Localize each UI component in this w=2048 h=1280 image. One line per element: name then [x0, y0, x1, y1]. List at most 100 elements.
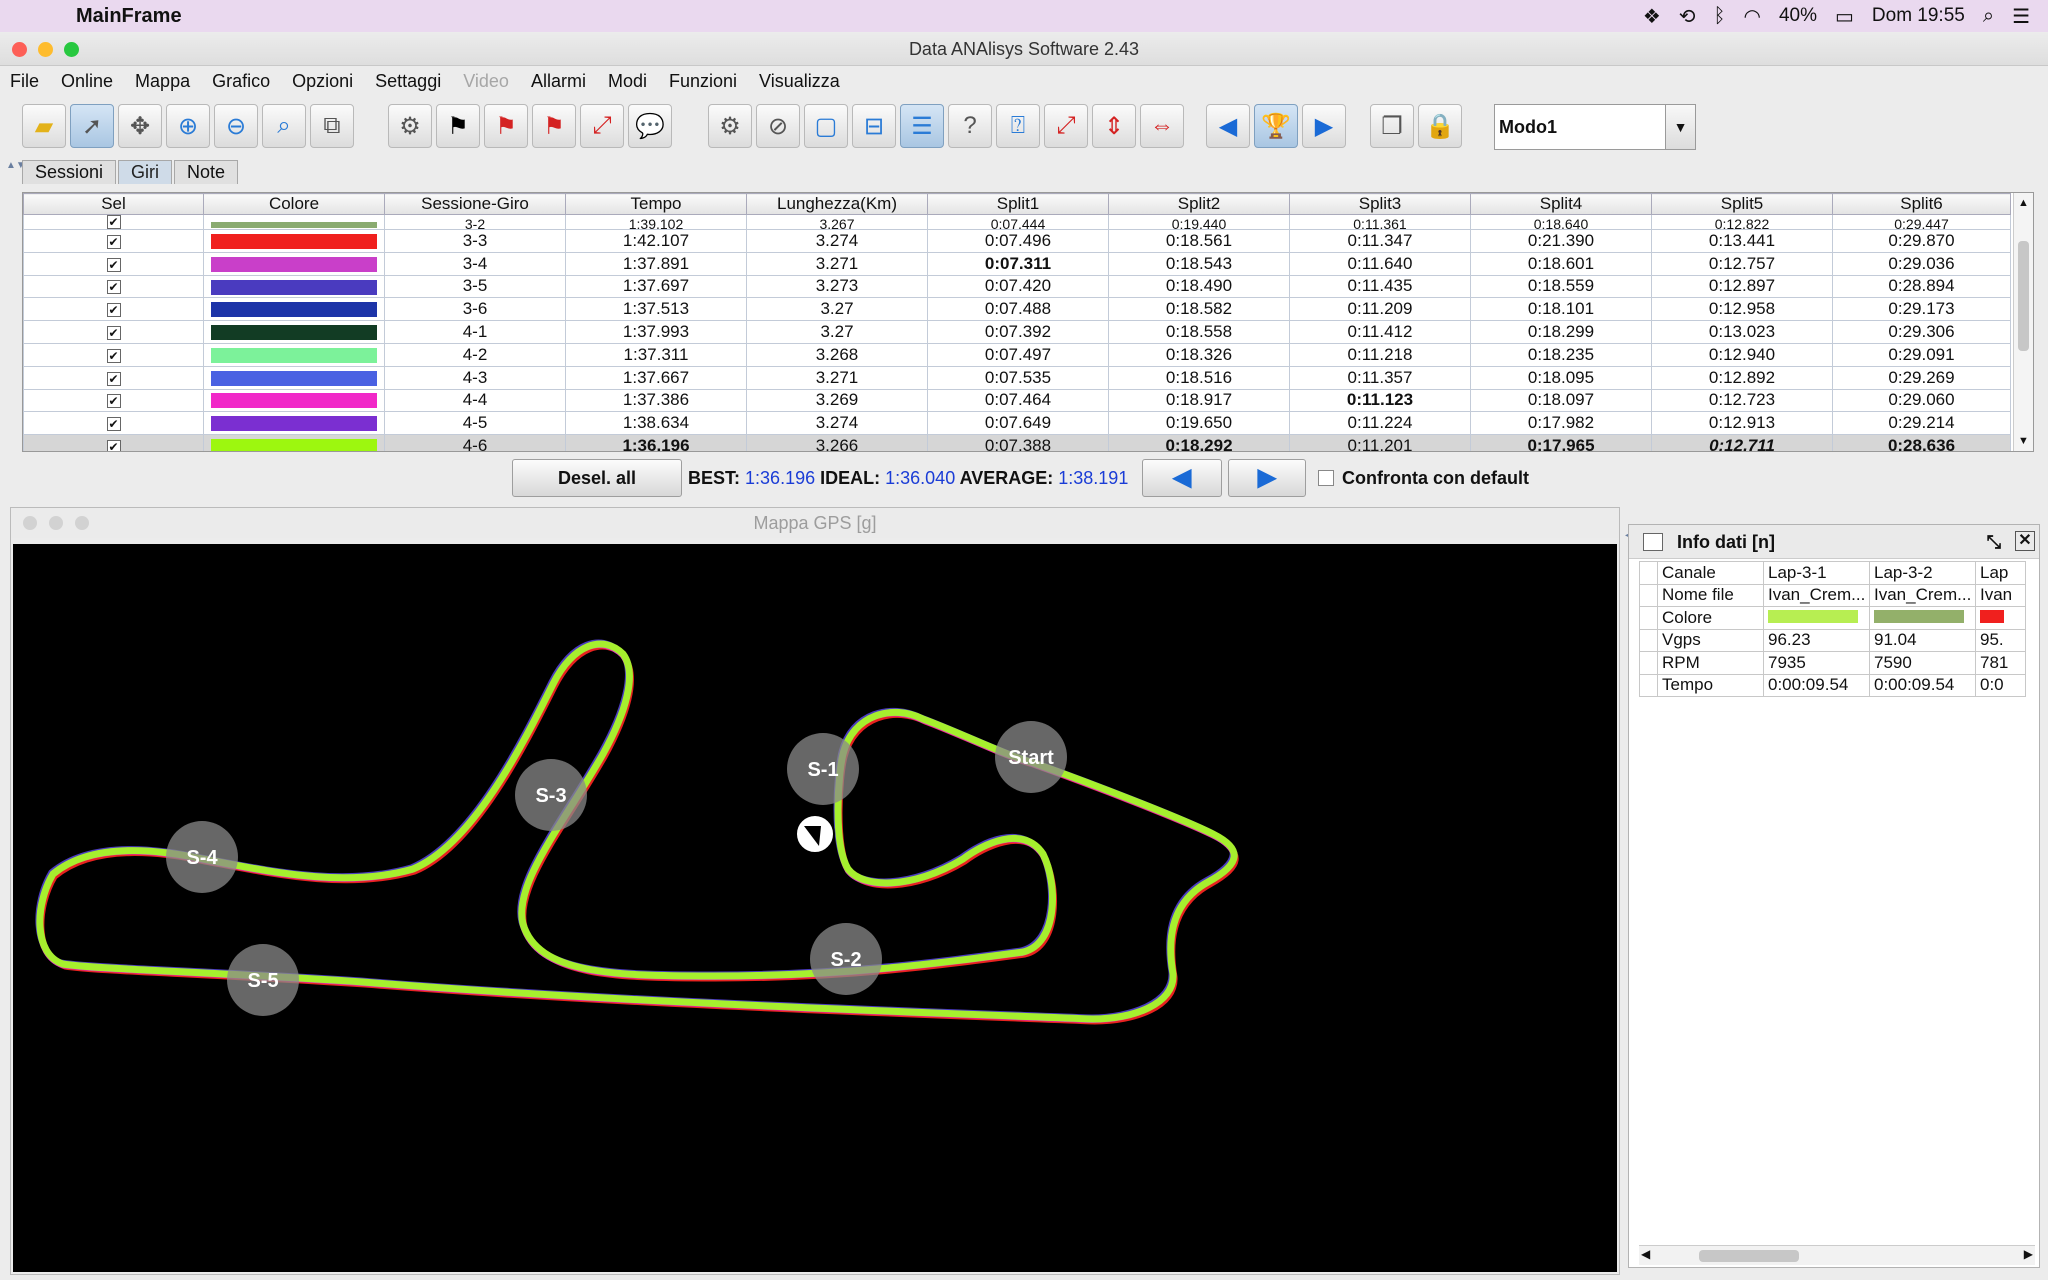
column-header[interactable]: Lunghezza(Km): [746, 193, 928, 215]
scroll-thumb[interactable]: [2018, 241, 2029, 351]
table-row[interactable]: ✔ 3-4 1:37.891 3.271 0:07.311 0:18.543 0:11.64…: [23, 251, 2011, 276]
scroll-left-icon[interactable]: ◀: [1641, 1247, 1650, 1261]
color-swatch[interactable]: [211, 325, 377, 341]
windows-button[interactable]: ⧉: [310, 104, 354, 148]
table-row[interactable]: ✔ 4-3 1:37.667 3.271 0:07.535 0:18.516 0:11.35…: [23, 365, 2011, 390]
sel-cell[interactable]: ✔: [23, 229, 204, 253]
row-checkbox[interactable]: ✔: [106, 440, 121, 451]
mode-select[interactable]: Modo1 ▼: [1494, 104, 1696, 150]
column-header[interactable]: Split5: [1651, 193, 1833, 215]
zoom-out-button[interactable]: ⊖: [214, 104, 258, 148]
sector-marker-s3[interactable]: S-3: [515, 759, 587, 831]
color-cell[interactable]: [203, 434, 385, 451]
scroll-down-icon[interactable]: ▼: [2018, 435, 2029, 447]
menu-modi[interactable]: Modi: [608, 71, 647, 92]
row-checkbox[interactable]: ✔: [106, 257, 121, 272]
gps-track-map[interactable]: Start S-1 S-2 S-3 S-4 S-5: [13, 544, 1617, 1272]
menu-mappa[interactable]: Mappa: [135, 71, 190, 92]
row-checkbox[interactable]: ✔: [106, 348, 121, 363]
color-cell[interactable]: [203, 274, 385, 299]
gps-minimize-button[interactable]: [49, 516, 63, 530]
row-checkbox[interactable]: ✔: [106, 394, 121, 409]
table-row-partial[interactable]: ✔ 3-2 1:39.102 3.267 0:07.444 0:19.440 0:11.36…: [23, 214, 2011, 230]
info-horizontal-scrollbar[interactable]: ◀ ▶: [1639, 1245, 2035, 1265]
sel-cell[interactable]: ✔: [23, 411, 204, 436]
horizontal-fit-button[interactable]: ⇔: [1140, 104, 1184, 148]
settings-gear-button[interactable]: ⚙: [388, 104, 432, 148]
menu-visualizza[interactable]: Visualizza: [759, 71, 840, 92]
battery-icon[interactable]: ▭: [1835, 4, 1854, 29]
pan-tool-button[interactable]: ✥: [118, 104, 162, 148]
color-swatch[interactable]: [211, 347, 377, 363]
close-window-button[interactable]: [12, 42, 27, 57]
table-row[interactable]: ✔ 4-4 1:37.386 3.269 0:07.464 0:18.917 0:11.12…: [23, 388, 2011, 413]
column-header[interactable]: Tempo: [565, 193, 747, 215]
sector-marker-s2[interactable]: S-2: [810, 923, 882, 995]
column-header[interactable]: Split1: [927, 193, 1109, 215]
clock[interactable]: Dom 19:55: [1872, 5, 1965, 27]
color-cell[interactable]: [203, 320, 385, 344]
time-machine-icon[interactable]: ⟲: [1679, 4, 1696, 29]
lock-button[interactable]: 🔒: [1418, 104, 1462, 148]
row-checkbox[interactable]: ✔: [106, 371, 121, 386]
color-swatch[interactable]: [211, 416, 377, 432]
previous-lap-button[interactable]: ◀: [1206, 104, 1250, 148]
row-checkbox[interactable]: ✔: [106, 326, 121, 341]
column-header[interactable]: Split2: [1108, 193, 1290, 215]
car-position-icon[interactable]: [795, 814, 835, 854]
sel-cell[interactable]: ✔: [23, 365, 204, 390]
color-cell[interactable]: [203, 388, 385, 413]
next-lap-button[interactable]: ▶: [1302, 104, 1346, 148]
app-name[interactable]: MainFrame: [76, 5, 182, 28]
tab-giri[interactable]: Giri: [118, 160, 173, 184]
help-frame-button[interactable]: ⍰: [996, 104, 1040, 148]
checkered-flag-button[interactable]: ⚑: [436, 104, 480, 148]
trophy-best-lap-button[interactable]: 🏆: [1254, 104, 1298, 148]
zoom-area-button[interactable]: ⌕: [262, 104, 306, 148]
start-marker[interactable]: Start: [995, 721, 1067, 793]
gps-close-button[interactable]: [23, 516, 37, 530]
sel-cell[interactable]: ✔: [23, 342, 204, 367]
minimize-window-button[interactable]: [38, 42, 53, 57]
menu-online[interactable]: Online: [61, 71, 113, 92]
sel-cell[interactable]: ✔: [23, 434, 204, 451]
list-view-button[interactable]: ☰: [900, 104, 944, 148]
flag-button[interactable]: ⚑: [532, 104, 576, 148]
bluetooth-icon[interactable]: ᛒ: [1714, 5, 1726, 28]
next-button[interactable]: ▶: [1228, 459, 1306, 497]
column-header[interactable]: Sessione-Giro: [384, 193, 566, 215]
column-header[interactable]: Split4: [1470, 193, 1652, 215]
column-header[interactable]: Sel: [23, 193, 204, 215]
add-flag-button[interactable]: ⚑: [484, 104, 528, 148]
previous-button[interactable]: ◀: [1142, 459, 1222, 497]
table-vertical-scrollbar[interactable]: ▲ ▼: [2013, 193, 2033, 451]
table-row[interactable]: ✔ 4-1 1:37.993 3.27 0:07.392 0:18.558 0:11.412…: [23, 320, 2011, 344]
chevron-down-icon[interactable]: ▼: [1665, 105, 1695, 149]
color-cell[interactable]: [203, 342, 385, 367]
sel-cell[interactable]: ✔: [23, 251, 204, 276]
disable-tool-button[interactable]: ⊘: [756, 104, 800, 148]
menu-settaggi[interactable]: Settaggi: [375, 71, 441, 92]
comment-button[interactable]: 💬: [628, 104, 672, 148]
table-row[interactable]: ✔ 4-5 1:38.634 3.274 0:07.649 0:19.650 0:11.22…: [23, 411, 2011, 436]
gps-zoom-button[interactable]: [75, 516, 89, 530]
color-cell[interactable]: [203, 411, 385, 436]
restore-icon[interactable]: ⤡: [1987, 525, 2001, 559]
table-row[interactable]: ✔ 4-2 1:37.311 3.268 0:07.497 0:18.326 0:11.21…: [23, 342, 2011, 367]
wifi-icon[interactable]: ◠: [1744, 4, 1761, 29]
color-cell[interactable]: [203, 229, 385, 253]
column-header[interactable]: Split3: [1289, 193, 1471, 215]
fit-view-button[interactable]: ⤢: [580, 104, 624, 148]
row-checkbox[interactable]: ✔: [106, 303, 121, 318]
open-folder-button[interactable]: ▰: [22, 104, 66, 148]
menu-file[interactable]: File: [10, 71, 39, 92]
sector-marker-s4[interactable]: S-4: [166, 821, 238, 893]
table-row[interactable]: ✔ 3-5 1:37.697 3.273 0:07.420 0:18.490 0:11.43…: [23, 274, 2011, 299]
collapse-arrow-icon[interactable]: ▲▼: [6, 160, 26, 188]
color-swatch[interactable]: [211, 393, 377, 409]
row-checkbox[interactable]: ✔: [106, 215, 121, 229]
row-checkbox[interactable]: ✔: [106, 417, 121, 432]
zoom-in-button[interactable]: ⊕: [166, 104, 210, 148]
copy-button[interactable]: ❐: [1370, 104, 1414, 148]
tab-note[interactable]: Note: [174, 160, 239, 184]
